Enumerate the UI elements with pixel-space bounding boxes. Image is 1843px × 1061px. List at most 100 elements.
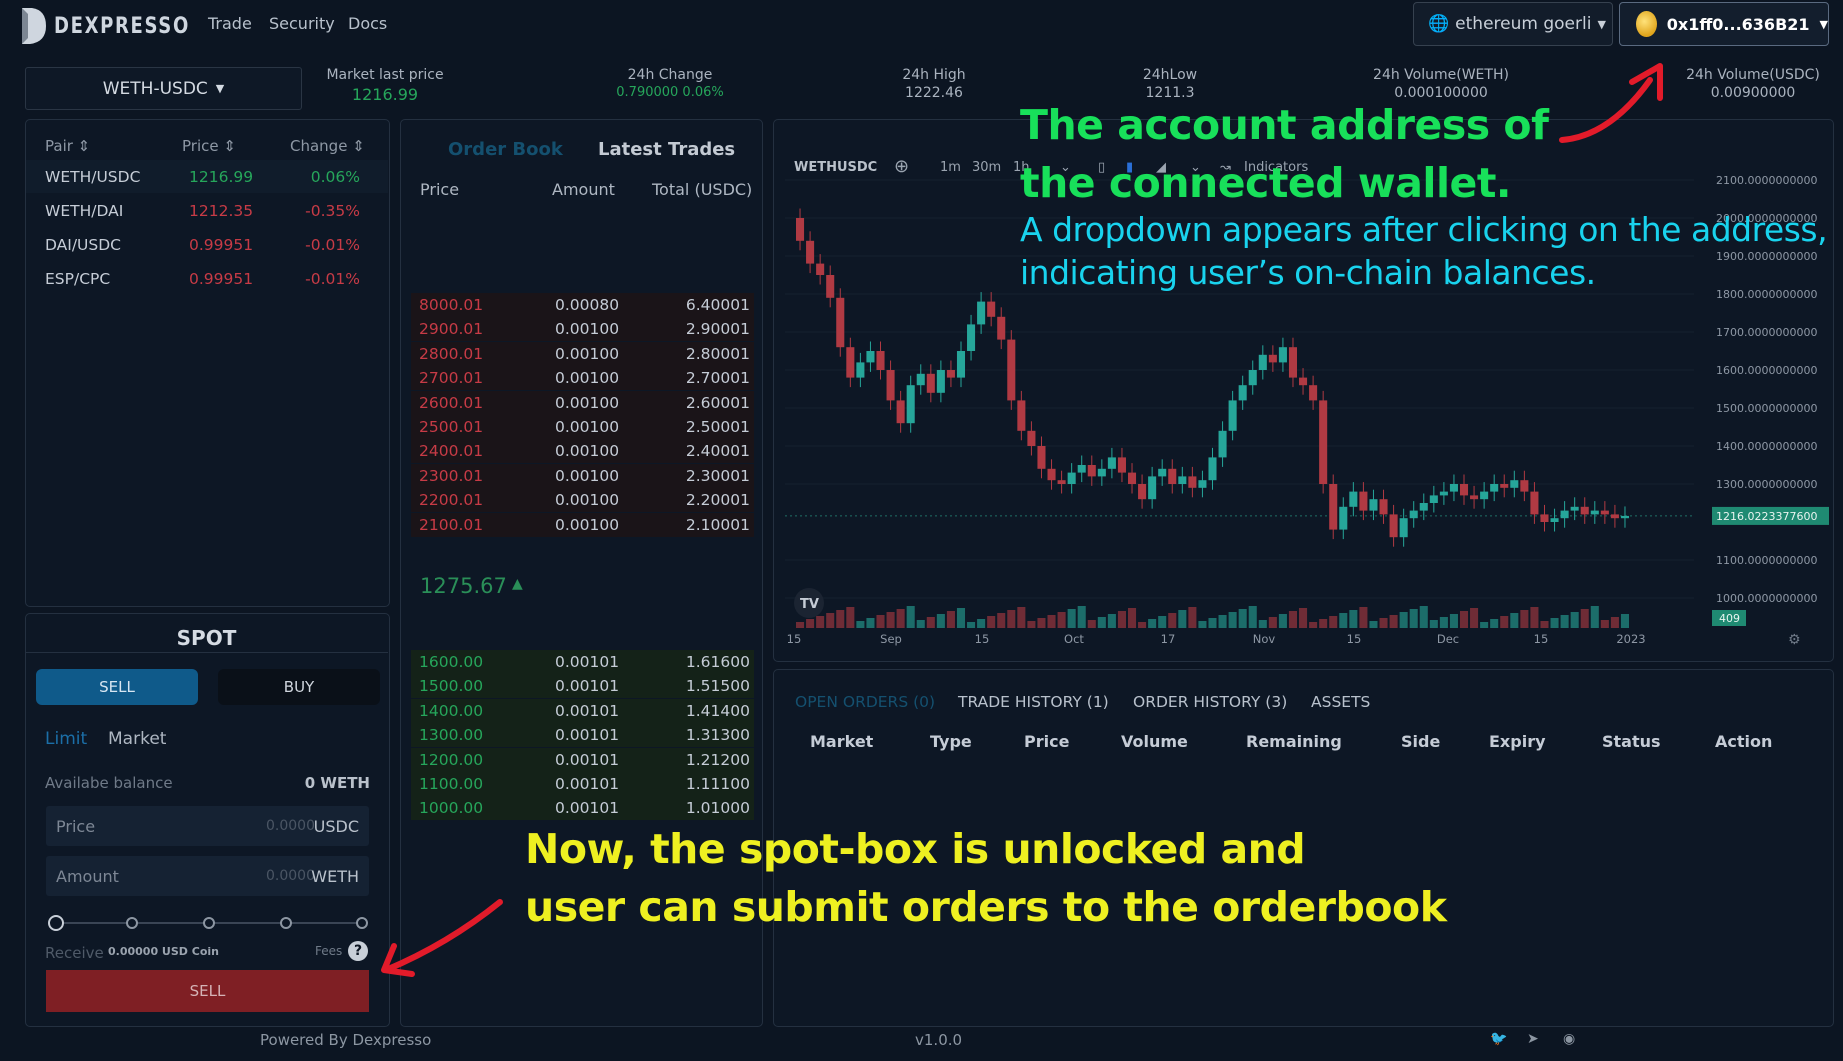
bid-total: 1.11100: [685, 775, 750, 793]
volume-bar: [987, 616, 996, 628]
ask-row[interactable]: 2600.01 0.00100 2.60001: [411, 390, 754, 415]
sell-submit-button[interactable]: SELL: [46, 970, 369, 1012]
price-field[interactable]: Price 0.0000 USDC: [46, 806, 369, 846]
candle: [1550, 518, 1559, 522]
account-address-button[interactable]: 0x1ff0...636B21 ▼: [1619, 2, 1829, 46]
pair-change: -0.01%: [305, 270, 360, 288]
candle: [1168, 468, 1177, 484]
annotation-account-desc: A dropdown appears after clicking on the…: [1020, 210, 1828, 292]
slider-step-50[interactable]: [203, 917, 215, 929]
network-selector[interactable]: 🌐 ethereum goerli ▼: [1413, 2, 1613, 46]
ask-price: 8000.01: [419, 296, 484, 314]
ask-row[interactable]: 2200.01 0.00100 2.20001: [411, 488, 754, 513]
slider-step-75[interactable]: [280, 917, 292, 929]
help-icon[interactable]: ?: [348, 941, 368, 961]
volume-bar: [997, 613, 1006, 628]
bid-price: 1100.00: [419, 775, 484, 793]
slider-step-100[interactable]: [356, 917, 368, 929]
ask-row[interactable]: 2900.01 0.00100 2.90001: [411, 317, 754, 342]
x-tick-label: 15: [1347, 632, 1362, 646]
bid-price: 1500.00: [419, 677, 484, 696]
pair-row[interactable]: ESP/CPC 0.99951 -0.01%: [26, 262, 388, 295]
candle: [1148, 476, 1157, 500]
bid-price: 1600.00: [419, 653, 484, 671]
bid-row[interactable]: 1600.00 0.00101 1.61600: [411, 650, 754, 674]
slider-handle[interactable]: [48, 915, 64, 931]
ask-price: 2900.01: [419, 320, 484, 339]
caret-down-icon: ▼: [215, 82, 225, 95]
volume-bar: [826, 613, 835, 628]
volume-bar: [1138, 622, 1147, 628]
bid-row[interactable]: 1200.00 0.00101 1.21200: [411, 747, 754, 772]
ask-row[interactable]: 2500.01 0.00100 2.50001: [411, 415, 754, 439]
pair-row[interactable]: WETH/USDC 1216.99 0.06%: [26, 160, 388, 193]
volume-bar: [1379, 618, 1388, 628]
discord-icon[interactable]: ◉: [1563, 1031, 1575, 1047]
bid-total: 1.51500: [685, 677, 750, 696]
amount-field[interactable]: Amount 0.0000 WETH: [46, 856, 369, 896]
telegram-icon[interactable]: ➤: [1527, 1031, 1539, 1047]
volume-bar: [1540, 621, 1549, 628]
candle: [876, 351, 885, 370]
ask-amount: 0.00100: [555, 369, 620, 388]
ask-row[interactable]: 2100.01 0.00100 2.10001: [411, 512, 754, 537]
ask-row[interactable]: 2400.01 0.00100 2.40001: [411, 439, 754, 464]
volume-bar: [1349, 610, 1358, 628]
slider-step-25[interactable]: [126, 917, 138, 929]
buy-tab[interactable]: BUY: [218, 669, 380, 705]
ask-row[interactable]: 2800.01 0.00100 2.80001: [411, 341, 754, 366]
stat-value: 0.00900000: [1710, 85, 1796, 101]
twitter-icon[interactable]: 🐦: [1490, 1031, 1507, 1047]
pairs-header-change[interactable]: Change ⇕: [290, 137, 365, 155]
bid-row[interactable]: 1400.00 0.00101 1.41400: [411, 698, 754, 723]
volume-bar: [1288, 611, 1298, 628]
x-tick-label: 15: [975, 632, 990, 646]
bid-row[interactable]: 1300.00 0.00101 1.31300: [411, 723, 754, 748]
candle: [1057, 480, 1066, 484]
tab-order-book[interactable]: Order Book: [448, 139, 563, 160]
bid-row[interactable]: 1000.00 0.00101 1.01000: [411, 796, 754, 821]
volume-bar: [1530, 607, 1539, 628]
pairs-header-pair[interactable]: Pair ⇕: [45, 137, 90, 155]
ask-row[interactable]: 2300.01 0.00100 2.30001: [411, 463, 754, 488]
candle: [1590, 510, 1599, 515]
stat-value: 1222.46: [905, 85, 963, 101]
ask-amount: 0.00100: [555, 491, 620, 510]
stat-label: 24h Volume(USDC): [1686, 67, 1820, 83]
candle: [796, 218, 805, 241]
nav-trade[interactable]: Trade: [208, 14, 252, 33]
nav-docs[interactable]: Docs: [348, 14, 387, 33]
stat-label: 24h Change: [627, 67, 713, 83]
volume-bar: [1278, 614, 1287, 628]
pair-row[interactable]: WETH/DAI 1212.35 -0.35%: [26, 194, 388, 227]
volume-bar: [1480, 622, 1489, 628]
tab-open-orders[interactable]: OPEN ORDERS (0): [795, 693, 935, 711]
pair-row[interactable]: DAI/USDC 0.99951 -0.01%: [26, 228, 388, 261]
powered-by: Powered By Dexpresso: [260, 1031, 432, 1049]
market-tab[interactable]: Market: [108, 729, 166, 749]
volume-bar: [1429, 620, 1438, 628]
volume-bar: [946, 611, 955, 628]
candle: [826, 275, 835, 298]
candle: [1480, 491, 1489, 500]
pair-name: DAI/USDC: [45, 236, 122, 254]
tab-trade-history[interactable]: TRADE HISTORY (1): [958, 693, 1109, 711]
bid-row[interactable]: 1500.00 0.00101 1.51500: [411, 674, 754, 699]
volume-bar: [1117, 611, 1126, 628]
volume-bar: [1027, 621, 1036, 628]
pairs-header-price[interactable]: Price ⇕: [182, 137, 236, 155]
limit-tab[interactable]: Limit: [45, 729, 87, 749]
wallet-avatar: [1636, 11, 1657, 37]
tab-assets[interactable]: ASSETS: [1311, 693, 1370, 711]
pair-selector[interactable]: WETH-USDC ▼: [25, 67, 302, 110]
tab-latest-trades[interactable]: Latest Trades: [598, 139, 735, 160]
sell-tab[interactable]: SELL: [36, 669, 198, 705]
ask-row[interactable]: 8000.01 0.00080 6.40001: [411, 293, 754, 317]
stat-label: 24h Volume(WETH): [1373, 67, 1509, 83]
nav-security[interactable]: Security: [269, 14, 335, 33]
ask-row[interactable]: 2700.01 0.00100 2.70001: [411, 366, 754, 391]
candle: [1198, 480, 1207, 488]
bid-row[interactable]: 1100.00 0.00101 1.11100: [411, 772, 754, 796]
bid-amount: 0.00101: [555, 677, 620, 696]
tab-order-history[interactable]: ORDER HISTORY (3): [1133, 693, 1287, 711]
